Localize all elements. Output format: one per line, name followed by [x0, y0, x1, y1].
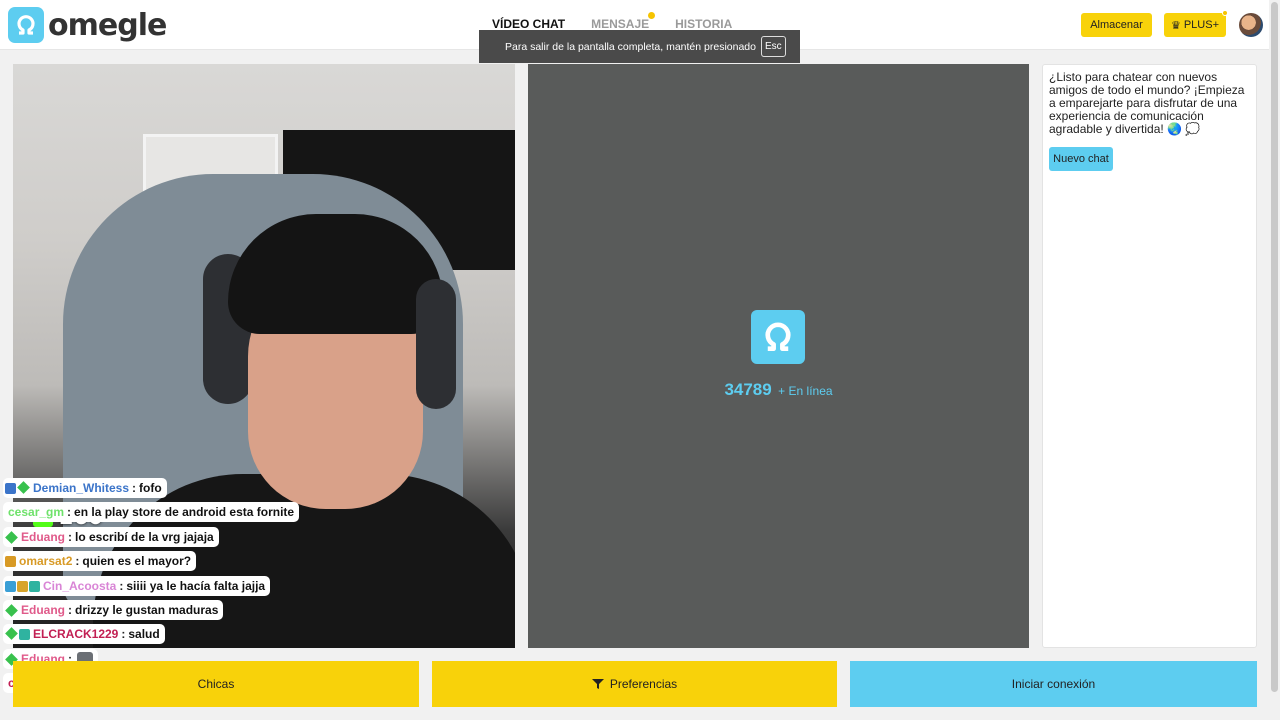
fullscreen-toast: Para salir de la pantalla completa, mant…	[479, 30, 800, 63]
diamond-badge-icon	[5, 603, 18, 617]
new-chat-button[interactable]: Nuevo chat	[1049, 147, 1113, 171]
chat-text: en la play store de android esta fornite	[74, 505, 295, 519]
chat-badges	[5, 530, 18, 544]
plus-label: PLUS+	[1183, 19, 1220, 31]
chat-text: quien es el mayor?	[82, 554, 192, 568]
chat-username[interactable]: Demian_Whitess	[33, 481, 129, 495]
brand-name: omegle	[48, 7, 167, 43]
diamond-badge-icon	[5, 626, 18, 640]
omega-icon	[8, 7, 44, 43]
online-label: + En línea	[778, 384, 833, 398]
chat-separator: :	[67, 505, 72, 519]
page-scrollbar[interactable]	[1269, 0, 1280, 720]
toast-text: Para salir de la pantalla completa, mant…	[505, 40, 756, 53]
omegle-logo[interactable]: omegle	[8, 7, 167, 43]
chat-side-panel: ¿Listo para chatear con nuevos amigos de…	[1042, 64, 1257, 648]
chat-badges	[5, 480, 30, 494]
chat-message: ELCRACK1229: salud	[3, 624, 165, 644]
main-nav: VÍDEO CHAT MENSAJE HISTORIA	[492, 12, 732, 31]
chat-separator: :	[68, 603, 72, 617]
chat-separator: :	[132, 481, 137, 495]
chat-text: fofo	[139, 481, 162, 495]
chat-badge-icon	[17, 580, 28, 592]
chat-username[interactable]: cesar_gm	[8, 505, 64, 519]
chat-text: lo escribí de la vrg jajaja	[75, 530, 214, 544]
plus-notification-dot	[1222, 10, 1228, 16]
partner-video: 34789 + En línea	[528, 64, 1029, 648]
scrollbar-thumb[interactable]	[1271, 2, 1278, 692]
chat-username[interactable]: omarsat2	[19, 554, 72, 568]
chat-badge-icon	[29, 580, 40, 592]
intro-message: ¿Listo para chatear con nuevos amigos de…	[1049, 70, 1245, 136]
chat-username[interactable]: Cin_Acoosta	[43, 579, 116, 593]
chat-badge-icon	[5, 580, 16, 592]
headphone-right	[416, 279, 456, 409]
chat-badge-icon	[5, 555, 16, 567]
nav-historia[interactable]: HISTORIA	[675, 17, 732, 31]
esc-key-hint: Esc	[761, 36, 786, 57]
chat-separator: :	[119, 579, 124, 593]
notification-dot	[648, 12, 656, 19]
nav-mensaje[interactable]: MENSAJE	[591, 12, 656, 31]
user-avatar[interactable]	[1239, 13, 1263, 37]
chat-text: salud	[128, 627, 160, 641]
online-count: 34789	[724, 380, 772, 399]
nav-video-chat[interactable]: VÍDEO CHAT	[492, 17, 565, 31]
chat-message: Demian_Whitess: fofo	[3, 478, 167, 498]
start-connection-button[interactable]: Iniciar conexión	[850, 661, 1257, 707]
omega-icon	[751, 310, 805, 364]
crown-icon: ♛	[1170, 19, 1181, 32]
nav-mensaje-label: MENSAJE	[591, 17, 650, 31]
plus-button[interactable]: ♛ PLUS+	[1164, 10, 1228, 37]
chat-username[interactable]: ELCRACK1229	[33, 627, 118, 641]
chat-message: Cin_Acoosta: siiii ya le hacía falta jajj…	[3, 576, 271, 596]
chat-badges	[5, 603, 18, 617]
chat-separator: :	[68, 530, 72, 544]
filter-icon	[591, 679, 604, 689]
chat-text: drizzy le gustan maduras	[75, 603, 219, 617]
chat-message: cesar_gm: en la play store de android est…	[3, 502, 300, 522]
diamond-badge-icon	[5, 530, 18, 544]
chat-badges	[5, 626, 30, 640]
chat-separator: :	[75, 554, 80, 568]
chat-separator: :	[121, 627, 126, 641]
preferences-label: Preferencias	[609, 677, 678, 691]
online-counter: 34789 + En línea	[528, 380, 1029, 400]
chat-badge-icon	[5, 482, 16, 494]
chat-username[interactable]: Eduang	[21, 530, 65, 544]
chat-badges	[5, 555, 16, 567]
chat-message: Eduang: lo escribí de la vrg jajaja	[3, 527, 219, 547]
gender-filter-button[interactable]: Chicas	[13, 661, 419, 707]
chat-username[interactable]: Eduang	[21, 603, 65, 617]
chat-message: Eduang: drizzy le gustan maduras	[3, 600, 224, 620]
chat-text: siiii ya le hacía falta jajja	[126, 579, 266, 593]
chat-badge-icon	[19, 628, 30, 640]
chat-message: omarsat2: quien es el mayor?	[3, 551, 197, 571]
store-button[interactable]: Almacenar	[1081, 13, 1152, 37]
preferences-button[interactable]: Preferencias	[432, 661, 837, 707]
diamond-badge-icon	[17, 480, 30, 494]
chat-badges	[5, 580, 40, 592]
